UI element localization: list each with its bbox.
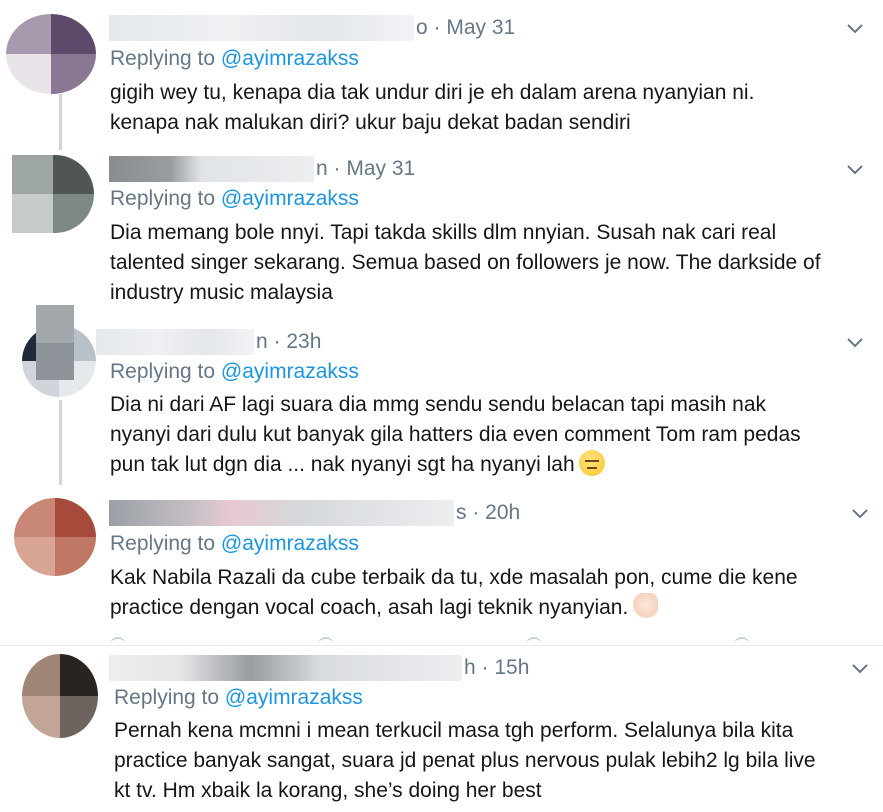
reply-tweet[interactable]: h · 15h Replying to @ayimrazakss Pernah … <box>0 645 883 812</box>
replying-to-label: Replying to <box>114 686 225 709</box>
avatar[interactable] <box>22 654 98 738</box>
tweet-text: gigih wey tu, kenapa dia tak undur diri … <box>110 81 755 134</box>
tweet-text: Kak Nabila Razali da cube terbaik da tu,… <box>110 563 870 623</box>
avatar[interactable] <box>14 498 96 576</box>
mention-link[interactable]: @ayimrazakss <box>225 686 363 709</box>
avatar[interactable] <box>6 14 96 94</box>
tweet-header: h · 15h <box>109 654 529 682</box>
chevron-down-icon[interactable] <box>840 328 870 358</box>
blurred-user-name[interactable] <box>109 15 414 41</box>
tweet-text: Dia ni dari AF lagi suara dia mmg sendu … <box>110 390 870 480</box>
user-name-fragment: n <box>316 157 328 180</box>
tweet-header: n · 23h <box>96 328 321 356</box>
chevron-down-icon[interactable] <box>845 499 875 529</box>
blurred-user-name[interactable] <box>109 500 454 526</box>
share-icon[interactable] <box>734 637 750 645</box>
tweet-header: n · May 31 <box>109 155 415 183</box>
tweet-timestamp[interactable]: 20h <box>485 501 520 525</box>
replying-to-label: Replying to <box>110 360 221 383</box>
tweet-header: s · 20h <box>109 499 520 527</box>
like-icon[interactable] <box>526 637 542 645</box>
mention-link[interactable]: @ayimrazakss <box>221 532 359 555</box>
replying-to-label: Replying to <box>110 532 221 555</box>
tweet-text: Dia memang bole nnyi. Tapi takda skills … <box>110 221 821 304</box>
blurred-user-name[interactable] <box>109 655 462 681</box>
blurred-user-name[interactable] <box>109 156 314 182</box>
reply-tweet[interactable]: s · 20h Replying to @ayimrazakss Kak Nab… <box>0 485 883 645</box>
flexed-biceps-icon <box>632 593 659 619</box>
mention-link[interactable]: @ayimrazakss <box>221 47 359 70</box>
avatar-overlay <box>36 305 74 380</box>
tweet-text-content: Dia ni dari AF lagi suara dia mmg sendu … <box>110 393 801 476</box>
reply-tweet[interactable]: n · 23h Replying to @ayimrazakss Dia ni … <box>0 305 883 485</box>
mention-link[interactable]: @ayimrazakss <box>221 360 359 383</box>
replying-to: Replying to @ayimrazakss <box>110 532 359 556</box>
reply-tweet[interactable]: o · May 31 Replying to @ayimrazakss gigi… <box>0 0 883 150</box>
reply-feed: o · May 31 Replying to @ayimrazakss gigi… <box>0 0 883 812</box>
replying-to-label: Replying to <box>110 47 221 70</box>
replying-to: Replying to @ayimrazakss <box>114 686 363 710</box>
reply-tweet[interactable]: n · May 31 Replying to @ayimrazakss Dia … <box>0 150 883 310</box>
replying-to-label: Replying to <box>110 187 221 210</box>
replying-to: Replying to @ayimrazakss <box>110 47 359 71</box>
replying-to: Replying to @ayimrazakss <box>110 360 359 384</box>
tweet-header: o · May 31 <box>109 14 515 42</box>
tweet-timestamp[interactable]: May 31 <box>346 157 415 181</box>
separator-dot: · <box>267 330 287 353</box>
tweet-timestamp[interactable]: May 31 <box>446 16 515 40</box>
user-name-fragment: h <box>464 656 476 679</box>
retweet-icon[interactable] <box>318 637 334 645</box>
reply-icon[interactable] <box>110 637 126 645</box>
tweet-timestamp[interactable]: 15h <box>494 656 529 680</box>
tweet-actions <box>110 637 750 645</box>
thread-line <box>59 400 62 485</box>
user-name-fragment: s <box>456 501 467 524</box>
thread-line <box>59 94 62 150</box>
separator-dot: · <box>475 656 495 679</box>
tweet-text: Pernah kena mcmni i mean terkucil masa t… <box>114 719 816 802</box>
tweet-text-content: Kak Nabila Razali da cube terbaik da tu,… <box>110 566 798 619</box>
expressionless-face-icon <box>578 450 605 476</box>
mention-link[interactable]: @ayimrazakss <box>221 187 359 210</box>
blurred-user-name[interactable] <box>96 329 254 355</box>
avatar[interactable] <box>12 155 94 233</box>
separator-dot: · <box>427 16 447 39</box>
chevron-down-icon[interactable] <box>840 155 870 185</box>
user-name-fragment: n <box>256 330 268 353</box>
chevron-down-icon[interactable] <box>845 654 875 684</box>
separator-dot: · <box>327 157 347 180</box>
tweet-timestamp[interactable]: 23h <box>286 330 321 354</box>
replying-to: Replying to @ayimrazakss <box>110 187 359 211</box>
separator-dot: · <box>466 501 486 524</box>
user-name-fragment: o <box>416 16 428 39</box>
chevron-down-icon[interactable] <box>840 14 870 44</box>
